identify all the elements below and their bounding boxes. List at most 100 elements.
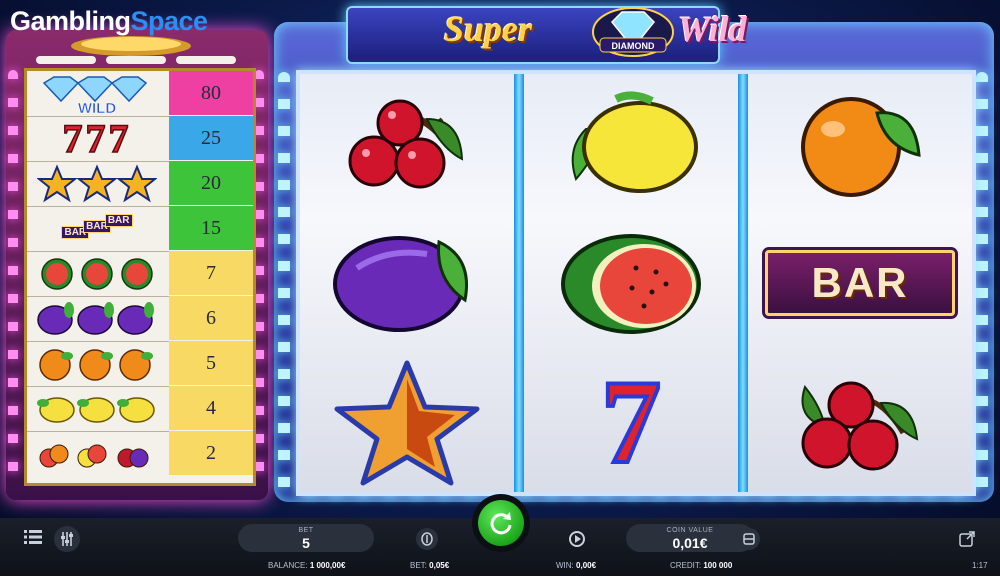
reel-cell — [300, 352, 514, 491]
coin-value-label: COIN VALUE — [666, 527, 714, 534]
cherry-icon — [348, 99, 464, 188]
lemon-icon — [37, 396, 155, 423]
diamond-logo-icon: DIAMOND — [592, 7, 674, 57]
reel-divider — [738, 74, 748, 492]
watermark-part1: Gambling — [10, 6, 131, 36]
paytable-cap — [36, 56, 96, 64]
balance-status: BALANCE: 1 000,00€ — [268, 561, 345, 570]
paytable-row: 2 — [27, 431, 253, 476]
watermelon-icon — [41, 257, 153, 290]
coin-value: 0,01€ — [672, 535, 708, 551]
spin-button[interactable] — [472, 494, 530, 552]
lemon-icon — [571, 91, 698, 193]
seven-icon: 777 — [62, 115, 132, 162]
credit-value: 100 000 — [703, 561, 733, 570]
fullscreen-button[interactable] — [956, 528, 978, 550]
paytable-wild-label: WILD — [78, 100, 116, 115]
win-value: 0,00€ — [576, 561, 597, 570]
bet-value: 5 — [302, 535, 310, 551]
paytable-payout: 2 — [169, 431, 253, 475]
bet-status-label: BET: — [410, 561, 427, 570]
paytable-cap — [106, 56, 166, 64]
bet-status-value: 0,05€ — [429, 561, 450, 570]
balance-label: BALANCE: — [268, 561, 308, 570]
reel-2: 7 — [524, 74, 738, 492]
sliders-icon — [61, 532, 73, 546]
reel-cell — [748, 74, 972, 213]
paytable-row: WILD 80 — [27, 71, 253, 117]
bar-icon: BAR — [765, 249, 955, 316]
paytable-payout: 20 — [169, 161, 253, 205]
reel-1 — [300, 74, 514, 492]
paytable-payout: 5 — [169, 341, 253, 385]
paytable-button[interactable] — [738, 528, 760, 550]
bet-label: BET — [298, 527, 314, 534]
balance-value: 1 000,00€ — [309, 561, 346, 570]
list-icon — [24, 530, 42, 544]
reel-cell — [524, 213, 738, 352]
reel-cell — [748, 352, 972, 491]
game-logo-right: Wild — [678, 9, 747, 49]
paytable-list: WILD 80 777 25 20 BAR BAR BAR 15 7 6 5 4… — [24, 68, 256, 486]
autoplay-button[interactable] — [566, 528, 588, 550]
paytable-symbol-watermelon — [27, 251, 167, 296]
game-logo-left: Super — [444, 9, 533, 49]
paytable-row: BAR BAR BAR 15 — [27, 206, 253, 252]
paytable-row: 777 25 — [27, 115, 253, 162]
cabinet-lights-left — [278, 72, 290, 492]
paytable-row: 7 — [27, 251, 253, 297]
reel-cell — [524, 74, 738, 213]
spin-arrow-icon — [490, 512, 512, 535]
paytable-payout: 6 — [169, 296, 253, 340]
menu-button[interactable] — [22, 526, 44, 548]
spin-button-face — [478, 500, 524, 546]
paytable-symbol-bar: BAR BAR BAR — [27, 206, 167, 251]
orange-icon — [39, 348, 153, 381]
paytable-cap — [176, 56, 236, 64]
autoplay-icon — [569, 531, 585, 547]
paytable-icon — [743, 533, 755, 545]
seven-icon: 7 — [599, 354, 663, 488]
paytable-payout: 15 — [169, 206, 253, 250]
paytable-lights-left — [8, 70, 18, 490]
cabinet-lights-right — [976, 72, 988, 492]
paytable-payout: 25 — [169, 116, 253, 160]
paytable-payout: 80 — [169, 71, 253, 115]
reel-cell: 7 — [524, 352, 738, 491]
paytable-row: 5 — [27, 341, 253, 387]
coin-stack-icon — [421, 532, 433, 546]
reel-divider — [514, 74, 524, 492]
exit-icon — [959, 531, 975, 547]
credit-status: CREDIT: 100 000 — [670, 561, 732, 570]
win-status: WIN: 0,00€ — [556, 561, 596, 570]
game-logo-badge: DIAMOND — [612, 41, 655, 51]
paytable-payout: 4 — [169, 386, 253, 430]
watermelon-icon — [561, 233, 701, 334]
reel-cell — [300, 74, 514, 213]
plum-icon — [37, 301, 154, 335]
paytable-symbol-wild: WILD — [27, 71, 167, 116]
win-label: WIN: — [556, 561, 574, 570]
paytable-symbol-orange — [27, 341, 167, 386]
bet-status: BET: 0,05€ — [410, 561, 449, 570]
paytable-symbol-seven: 777 — [27, 115, 167, 162]
watermark: GamblingSpace — [10, 6, 208, 37]
reel-3: BAR — [748, 74, 972, 492]
paytable-payout: 7 — [169, 251, 253, 295]
paytable-panel: WILD 80 777 25 20 BAR BAR BAR 15 7 6 5 4… — [6, 30, 268, 526]
max-bet-button[interactable] — [416, 528, 438, 550]
clock: 1:17 — [972, 561, 988, 570]
plum-icon — [333, 235, 468, 332]
reel-cell: BAR — [748, 213, 972, 352]
diamond-wild-icon: WILD — [42, 75, 148, 115]
paytable-symbol-plum — [27, 296, 167, 341]
orange-icon — [801, 96, 921, 197]
watermark-part2: Space — [130, 6, 209, 36]
paytable-row: 4 — [27, 386, 253, 432]
paytable-row: 6 — [27, 296, 253, 342]
paytable-symbol-lemon — [27, 386, 167, 431]
settings-button[interactable] — [54, 526, 80, 552]
cherry-icon — [801, 381, 919, 470]
bar-icon: BAR — [104, 214, 133, 227]
paytable-symbol-any-fruit — [27, 431, 167, 476]
